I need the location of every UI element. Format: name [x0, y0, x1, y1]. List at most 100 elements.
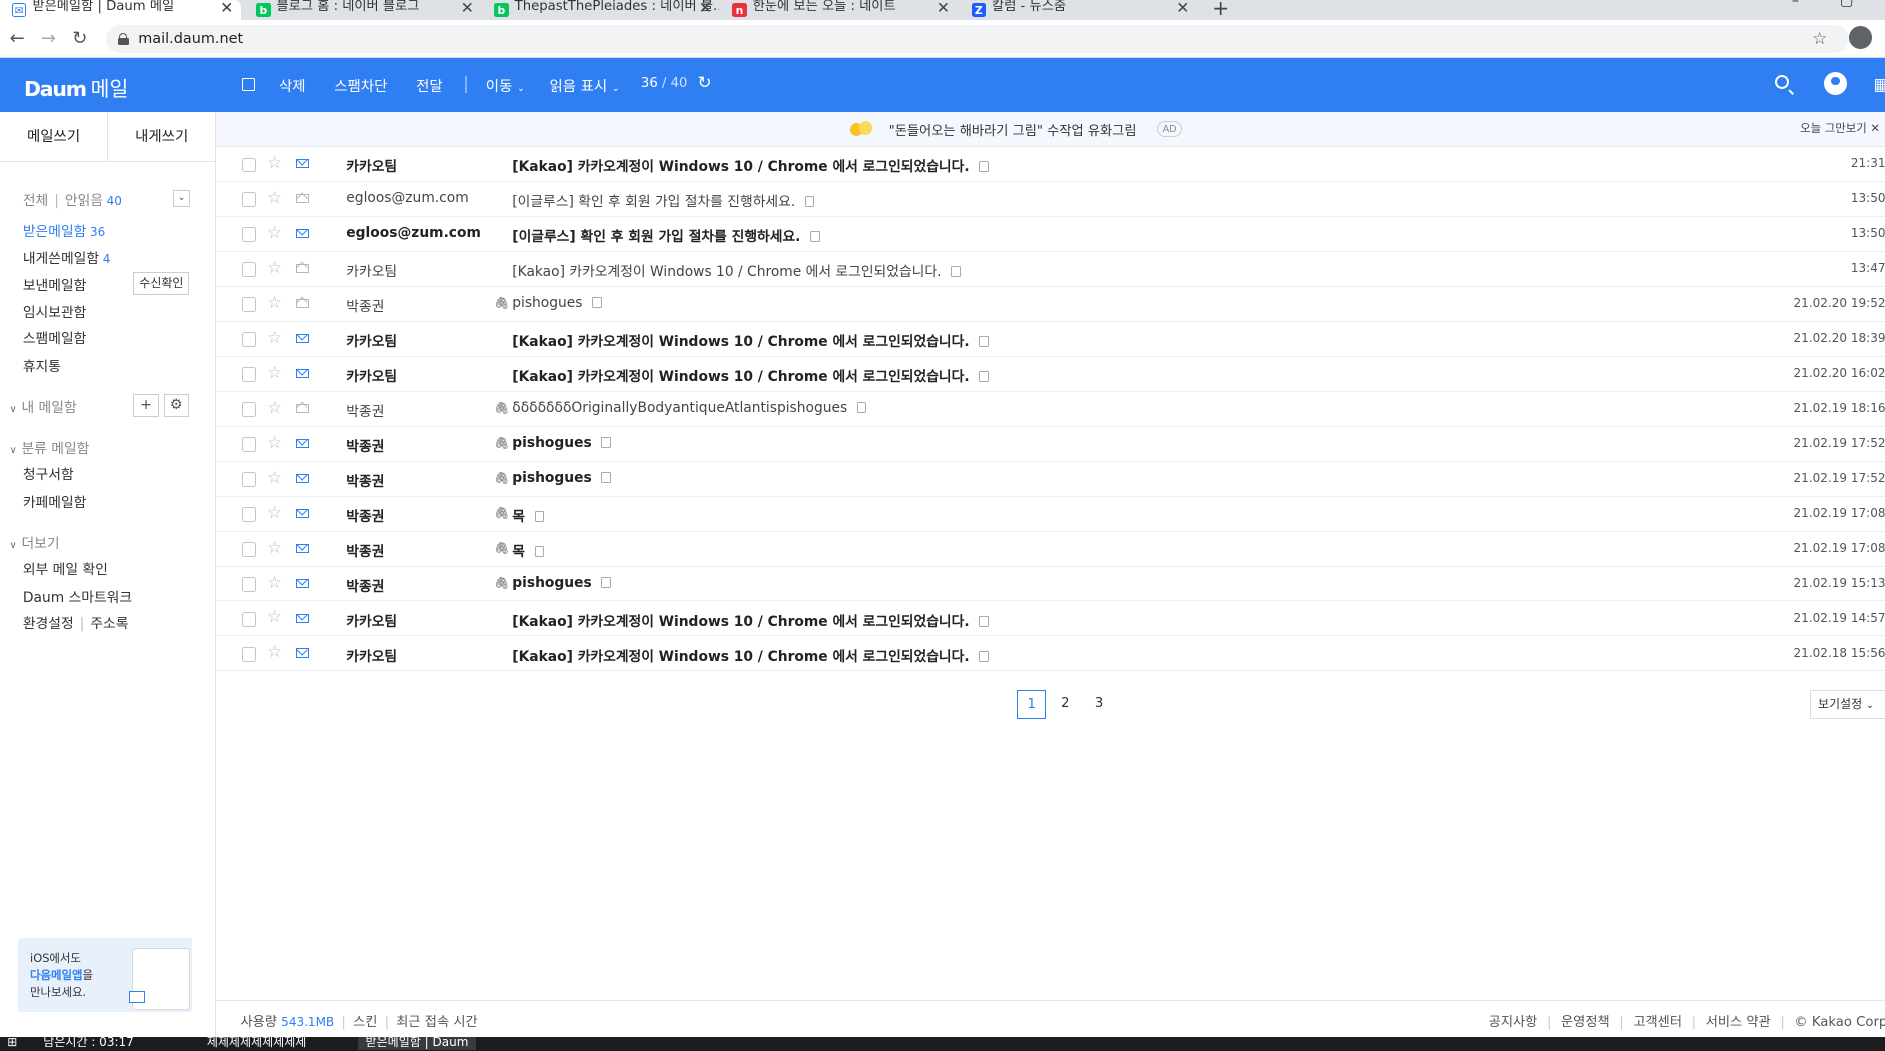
reload-icon[interactable]: ↻ [72, 28, 87, 49]
page-2-button[interactable]: 2 [1051, 690, 1080, 719]
email-subject[interactable]: pishogues [512, 435, 611, 451]
star-icon[interactable]: ☆ [267, 467, 282, 487]
preview-icon[interactable] [979, 161, 989, 173]
email-subject[interactable]: pishogues [512, 575, 611, 591]
email-checkbox[interactable] [241, 612, 257, 627]
star-icon[interactable]: ☆ [267, 152, 282, 172]
email-row[interactable]: ☆ 박종권 🖇 pishogues 21.02.19 17:52 [216, 462, 1885, 497]
page-3-button[interactable]: 3 [1085, 690, 1114, 719]
folder-to-self[interactable]: 내게쓴메일함 4 [23, 247, 111, 267]
close-tab-icon[interactable]: ✕ [220, 0, 233, 16]
refresh-icon[interactable]: ↻ [697, 72, 711, 92]
preview-icon[interactable] [979, 651, 989, 663]
preview-icon[interactable] [810, 231, 820, 243]
star-icon[interactable]: ☆ [267, 257, 282, 277]
email-sender[interactable]: 카카오팀 [346, 155, 397, 175]
email-subject[interactable]: pishogues [512, 295, 602, 311]
email-row[interactable]: ☆ 카카오팀 [Kakao] 카카오계정이 Windows 10 / Chrome … [216, 601, 1885, 637]
folder-trash[interactable]: 휴지통 [23, 355, 61, 375]
browser-profile-icon[interactable] [1849, 26, 1873, 50]
profile-avatar-icon[interactable] [1824, 72, 1848, 95]
usage-value[interactable]: 543.1MB [281, 1015, 334, 1029]
email-subject[interactable]: pishogues [512, 470, 611, 486]
email-subject[interactable]: 목 [512, 505, 545, 525]
preview-icon[interactable] [804, 196, 815, 208]
email-checkbox[interactable] [241, 437, 257, 452]
mark-read-dropdown[interactable]: 읽음 표시 ⌄ [550, 75, 620, 96]
email-sender[interactable]: 박종권 [346, 540, 384, 560]
email-checkbox[interactable] [241, 332, 257, 347]
browser-tab-daum-mail[interactable]: ✉ 받은메일함 | Daum 메일 ✕ [0, 0, 241, 21]
preview-icon[interactable] [601, 437, 611, 449]
settings-link[interactable]: 환경설정 [23, 616, 74, 632]
filter-all[interactable]: 전체 [23, 193, 48, 209]
email-row[interactable]: ☆ 카카오팀 [Kakao] 카카오계정이 Windows 10 / Chrome … [216, 147, 1885, 182]
category-mailbox-section[interactable]: ∨ 분류 메일함 [10, 437, 90, 457]
star-icon[interactable]: ☆ [267, 187, 282, 207]
star-icon[interactable]: ☆ [267, 572, 282, 592]
unread-envelope-icon[interactable] [295, 228, 310, 239]
email-subject[interactable]: [Kakao] 카카오계정이 Windows 10 / Chrome 에서 로그… [512, 645, 989, 665]
email-checkbox[interactable] [241, 542, 257, 557]
terms-link[interactable]: 서비스 약관 [1706, 1015, 1771, 1030]
page-1-button[interactable]: 1 [1017, 690, 1047, 720]
customer-center-link[interactable]: 고객센터 [1633, 1015, 1682, 1030]
email-row[interactable]: ☆ 박종권 🖇 pishogues 21.02.19 15:13 [216, 567, 1885, 602]
delete-button[interactable]: 삭제 [279, 75, 306, 96]
email-sender[interactable]: 카카오팀 [346, 365, 397, 385]
browser-tab-naver-blog-2[interactable]: b ThepastThePleiades : 네이버 블... ✕ [482, 0, 719, 20]
email-sender[interactable]: 박종권 [346, 575, 384, 595]
star-icon[interactable]: ☆ [267, 327, 282, 347]
star-icon[interactable]: ☆ [267, 397, 282, 417]
email-sender[interactable]: 박종권 [346, 400, 384, 420]
browser-tab-nate[interactable]: n 한눈에 보는 오늘 : 네이트 ✕ [720, 0, 957, 20]
url-field[interactable]: mail.daum.net [105, 25, 1850, 53]
email-row[interactable]: ☆ 카카오팀 [Kakao] 카카오계정이 Windows 10 / Chrome … [216, 357, 1885, 392]
email-sender[interactable]: 카카오팀 [346, 330, 397, 350]
read-envelope-icon[interactable] [295, 263, 310, 274]
daum-mail-logo[interactable]: Daum 메일 [24, 72, 128, 102]
email-subject[interactable]: [이글루스] 확인 후 회원 가입 절차를 진행하세요. [512, 225, 820, 245]
gear-icon[interactable]: ⚙ [163, 394, 189, 418]
my-mailbox-section[interactable]: ∨ 내 메일함 [10, 396, 77, 416]
windows-start-icon[interactable]: ⊞ [7, 1037, 17, 1050]
unread-envelope-icon[interactable] [295, 473, 310, 484]
email-subject[interactable]: δδδδδδδOriginallyBodyantiqueAtlantispish… [512, 400, 867, 416]
email-checkbox[interactable] [241, 192, 257, 207]
external-mail-link[interactable]: 외부 메일 확인 [23, 558, 108, 578]
close-tab-icon[interactable]: ✕ [1176, 0, 1189, 16]
email-checkbox[interactable] [241, 297, 257, 312]
view-settings-dropdown[interactable]: 보기설정 ⌄ [1809, 690, 1885, 720]
email-subject[interactable]: [Kakao] 카카오계정이 Windows 10 / Chrome 에서 로그… [512, 610, 989, 630]
back-arrow-icon[interactable]: ← [10, 28, 25, 49]
recent-access-link[interactable]: 최근 접속 시간 [396, 1015, 477, 1030]
spam-block-button[interactable]: 스팸차단 [334, 75, 387, 96]
folder-cafe[interactable]: 카페메일함 [23, 491, 87, 511]
email-row[interactable]: ☆ 카카오팀 [Kakao] 카카오계정이 Windows 10 / Chrome … [216, 322, 1885, 357]
email-sender[interactable]: 카카오팀 [346, 645, 397, 665]
folder-bills[interactable]: 청구서함 [23, 463, 74, 483]
email-checkbox[interactable] [241, 402, 257, 417]
unread-envelope-icon[interactable] [295, 578, 310, 589]
compose-to-self-button[interactable]: 내게쓰기 [108, 112, 215, 162]
email-subject[interactable]: 목 [512, 540, 545, 560]
read-envelope-icon[interactable] [295, 193, 310, 204]
preview-icon[interactable] [601, 577, 611, 589]
email-subject[interactable]: [Kakao] 카카오계정이 Windows 10 / Chrome 에서 로그… [512, 260, 961, 280]
star-icon[interactable]: ☆ [267, 642, 282, 661]
unread-envelope-icon[interactable] [295, 648, 310, 659]
email-subject[interactable]: [Kakao] 카카오계정이 Windows 10 / Chrome 에서 로그… [512, 365, 989, 385]
star-icon[interactable]: ☆ [267, 292, 282, 312]
app-promo-banner[interactable]: iOS에서도 다음메일앱을 만나보세요. [18, 937, 193, 1013]
preview-icon[interactable] [856, 402, 867, 414]
email-checkbox[interactable] [241, 647, 257, 662]
close-tab-icon[interactable]: ✕ [937, 0, 950, 16]
email-subject[interactable]: [이글루스] 확인 후 회원 가입 절차를 진행하세요. [512, 190, 815, 210]
close-tab-icon[interactable]: ✕ [699, 0, 712, 16]
email-sender[interactable]: egloos@zum.com [346, 190, 468, 206]
email-sender[interactable]: 박종권 [346, 470, 384, 490]
email-sender[interactable]: 박종권 [346, 435, 384, 455]
read-receipt-button[interactable]: 수신확인 [133, 271, 190, 295]
preview-icon[interactable] [979, 336, 989, 348]
restore-icon[interactable]: ▢ [1840, 0, 1854, 9]
